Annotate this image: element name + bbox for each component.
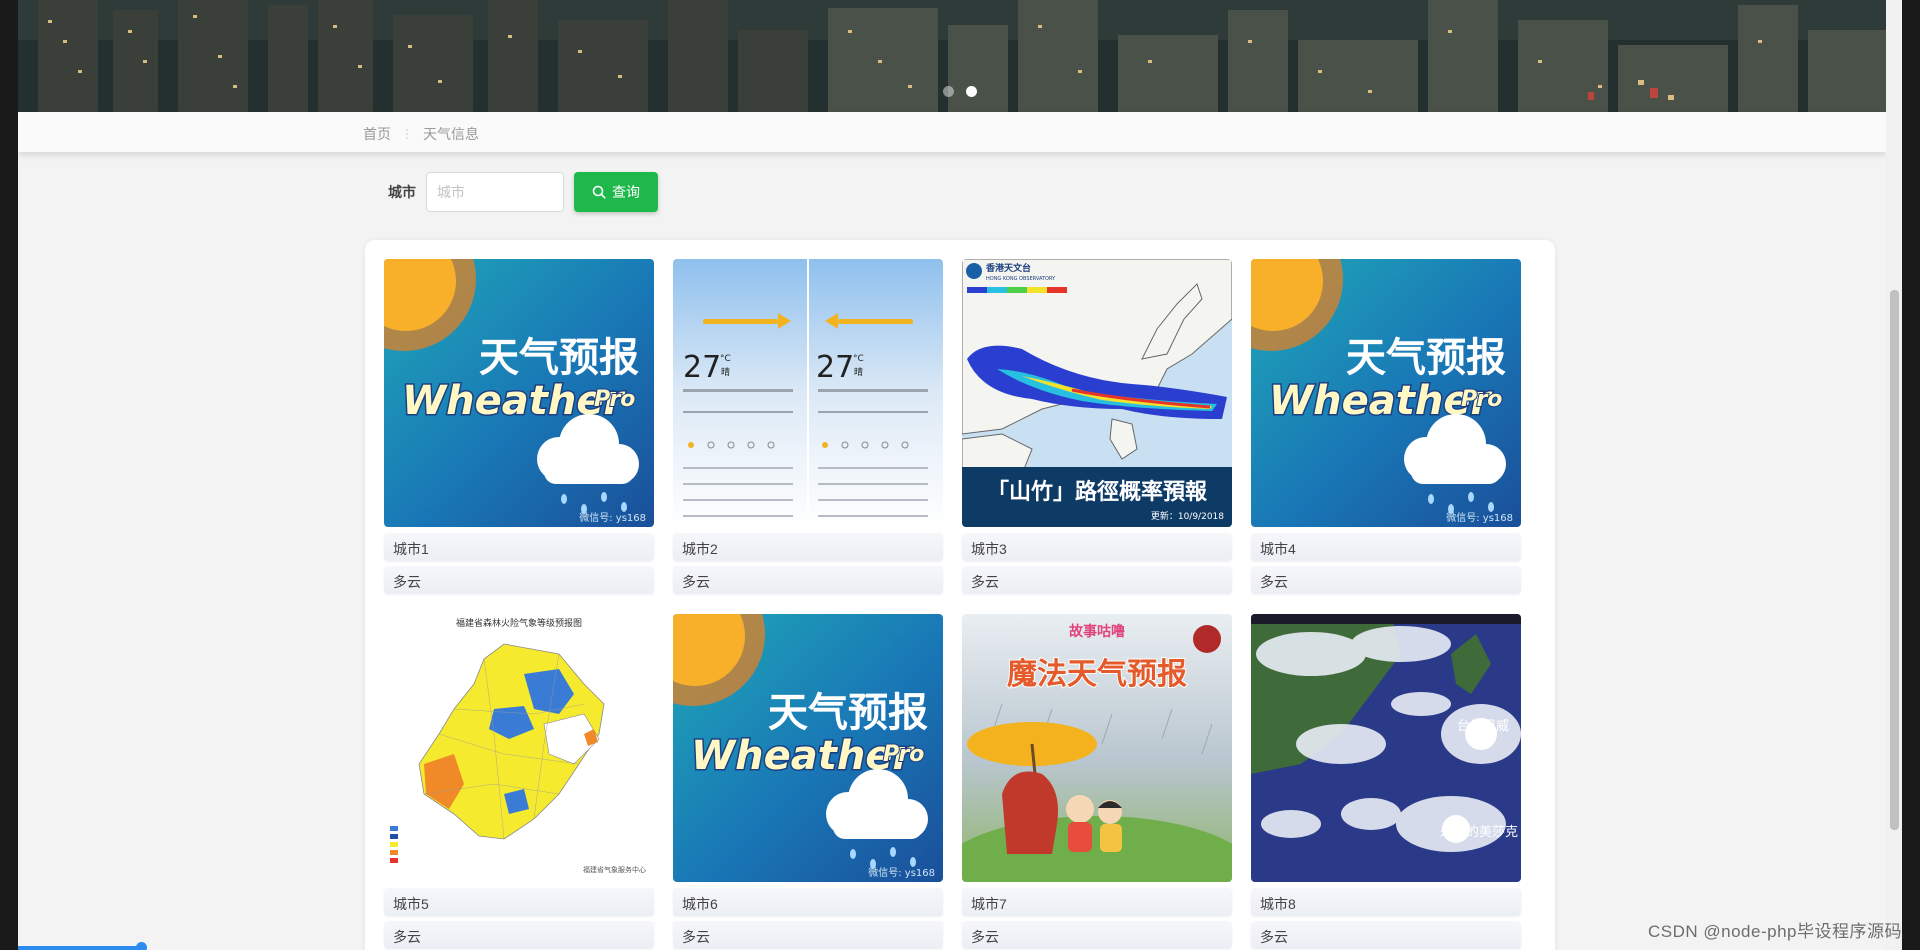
progress-bar	[18, 946, 144, 950]
poster-pro: Pro	[883, 742, 924, 767]
map-title: 福建省森林火险气象等级预报图	[456, 617, 582, 629]
vertical-scrollbar[interactable]	[1886, 0, 1902, 950]
card-weather-field: 多云	[1251, 921, 1521, 949]
poster-title: 天气预报	[479, 335, 639, 381]
future-typhoon-label: 未来的美莎克	[1440, 824, 1518, 840]
card-city-field: 城市1	[384, 533, 654, 561]
breadcrumb-bar: 首页 ⋮ 天气信息	[18, 112, 1886, 152]
breadcrumb-separator: ⋮	[401, 127, 413, 141]
typhoon-updated: 更新：10/9/2018	[1151, 510, 1224, 522]
weather-card-6[interactable]: 天气预报 Wheather Pro 微信号: ys168 城市6 多云	[673, 614, 943, 949]
card-city-field: 城市4	[1251, 533, 1521, 561]
weather-pro-poster-image[interactable]: 天气预报 Wheather Pro 微信号: ys168	[673, 614, 943, 882]
typhoon-label: 台風巴威	[1457, 719, 1509, 734]
search-button[interactable]: 查询	[574, 172, 658, 212]
poster-pro: Pro	[1461, 387, 1502, 412]
weather-card-5[interactable]: 福建省森林火险气象等级预报图 福建省气象服务中心 城市5 多云	[384, 614, 654, 949]
banner-carousel[interactable]	[18, 0, 1886, 112]
weather-card-8[interactable]: 台風巴威 未来的美莎克 城市8 多云	[1251, 614, 1521, 949]
observatory-logo	[966, 263, 982, 279]
csdn-watermark: CSDN @node-php毕设程序源码	[1648, 922, 1902, 941]
weather-card-2[interactable]: 27 °C 晴 27 °C 晴 城市2 多云	[673, 259, 943, 594]
card-weather-field: 多云	[962, 921, 1232, 949]
card-weather-field: 多云	[673, 566, 943, 594]
condition-left: 晴	[721, 366, 730, 378]
badge-icon	[1193, 625, 1221, 653]
observatory-name-en: HONG KONG OBSERVATORY	[986, 276, 1056, 282]
weather-pro-poster-image[interactable]: 天气预报 Wheather Pro 微信号: ys168	[1251, 259, 1521, 527]
page: 首页 ⋮ 天气信息 城市 查询 天气预报 Wheather Pro	[18, 0, 1886, 950]
card-city-field: 城市2	[673, 533, 943, 561]
progress-knob[interactable]	[136, 942, 147, 950]
card-city-field: 城市5	[384, 888, 654, 916]
search-icon	[592, 185, 606, 199]
poster-watermark: 微信号: ys168	[868, 866, 935, 879]
weather-card-3[interactable]: 香港天文台 HONG KONG OBSERVATORY 「山竹」路徑概率預報 更…	[962, 259, 1232, 594]
temperature-right: 27	[816, 350, 854, 385]
book-series: 故事咕噜	[1069, 623, 1125, 640]
unit-right: °C	[853, 354, 864, 364]
search-bar: 城市 查询	[388, 172, 658, 212]
card-weather-field: 多云	[384, 921, 654, 949]
magic-weather-book-image[interactable]: 故事咕噜 魔法天气预报	[962, 614, 1232, 882]
card-weather-field: 多云	[962, 566, 1232, 594]
card-weather-field: 多云	[673, 921, 943, 949]
poster-title: 天气预报	[1346, 335, 1506, 381]
search-label: 城市	[388, 184, 416, 200]
temperature-left: 27	[683, 350, 721, 385]
typhoon-probability-map-image[interactable]: 香港天文台 HONG KONG OBSERVATORY 「山竹」路徑概率預報 更…	[962, 259, 1232, 527]
search-button-label: 查询	[612, 184, 640, 200]
observatory-name: 香港天文台	[985, 262, 1031, 274]
breadcrumb-current: 天气信息	[423, 126, 479, 142]
book-title: 魔法天气预报	[1007, 657, 1187, 692]
breadcrumb-home-link[interactable]: 首页	[363, 124, 391, 144]
scrollbar-thumb[interactable]	[1890, 290, 1899, 830]
map-source: 福建省气象服务中心	[583, 865, 646, 874]
carousel-dot-2[interactable]	[966, 86, 977, 97]
weather-card-grid: 天气预报 Wheather Pro 微信号: ys168 城市1 多云 27 °…	[365, 240, 1555, 950]
unit-left: °C	[720, 354, 731, 364]
poster-title: 天气预报	[768, 690, 928, 736]
card-city-field: 城市3	[962, 533, 1232, 561]
weather-app-screens-image[interactable]: 27 °C 晴 27 °C 晴	[673, 259, 943, 527]
breadcrumb: 首页 ⋮ 天气信息	[363, 124, 479, 144]
carousel-dot-1[interactable]	[943, 86, 954, 97]
poster-watermark: 微信号: ys168	[579, 511, 646, 524]
weather-card-1[interactable]: 天气预报 Wheather Pro 微信号: ys168 城市1 多云	[384, 259, 654, 594]
card-city-field: 城市6	[673, 888, 943, 916]
satellite-cloud-image[interactable]: 台風巴威 未来的美莎克	[1251, 614, 1521, 882]
card-weather-field: 多云	[384, 566, 654, 594]
city-search-input[interactable]	[426, 172, 564, 212]
poster-watermark: 微信号: ys168	[1446, 511, 1513, 524]
typhoon-title: 「山竹」路徑概率預報	[987, 479, 1208, 505]
card-weather-field: 多云	[1251, 566, 1521, 594]
card-city-field: 城市8	[1251, 888, 1521, 916]
condition-right: 晴	[854, 366, 863, 378]
forest-fire-risk-map-image[interactable]: 福建省森林火险气象等级预报图 福建省气象服务中心	[384, 614, 654, 882]
poster-pro: Pro	[594, 387, 635, 412]
weather-pro-poster-image[interactable]: 天气预报 Wheather Pro 微信号: ys168	[384, 259, 654, 527]
weather-card-7[interactable]: 故事咕噜 魔法天气预报 城市7 多云	[962, 614, 1232, 949]
card-city-field: 城市7	[962, 888, 1232, 916]
weather-card-4[interactable]: 天气预报 Wheather Pro 微信号: ys168 城市4 多云	[1251, 259, 1521, 594]
